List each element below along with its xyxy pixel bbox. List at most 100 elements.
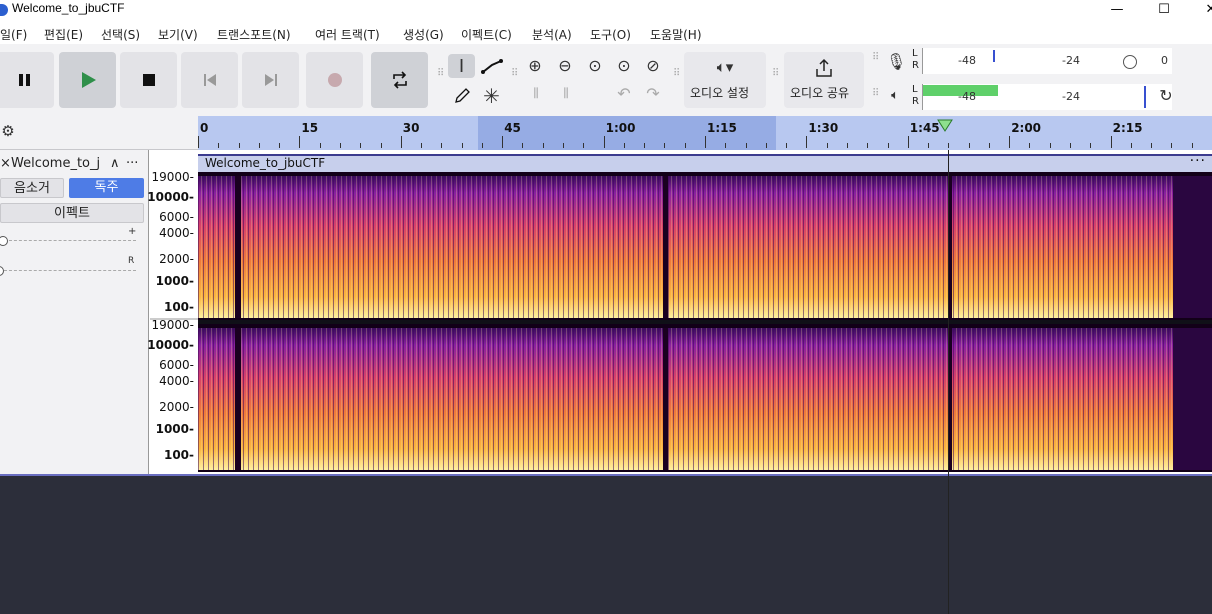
menu-file[interactable]: 일(F) — [0, 26, 27, 43]
timeline-tick — [522, 143, 524, 148]
rec-volume-knob[interactable] — [1123, 55, 1137, 69]
zoom-in-icon[interactable]: ⊕ — [523, 56, 547, 75]
skip-start-button[interactable] — [181, 52, 238, 108]
close-button[interactable]: ✕ — [1188, 0, 1212, 22]
loop-button[interactable] — [371, 52, 428, 108]
undo-icon[interactable]: ↶ — [612, 84, 636, 103]
skip-start-icon — [203, 74, 216, 86]
menu-transport[interactable]: 트랜스포트(N) — [217, 26, 291, 43]
draw-tool-button[interactable] — [448, 84, 475, 108]
redo-icon[interactable]: ↷ — [641, 84, 665, 103]
app-icon — [0, 4, 8, 16]
ibeam-icon: I — [458, 55, 465, 77]
timeline-tick — [360, 143, 362, 148]
timeline-tick — [1070, 143, 1072, 148]
clip-menu-icon[interactable]: ··· — [1190, 153, 1206, 169]
timeline-tick — [928, 143, 930, 148]
timeline-label: 30 — [402, 121, 420, 135]
track-collapse-icon[interactable]: ∧ — [110, 156, 120, 171]
timeline-tick — [1151, 143, 1153, 148]
play-button[interactable] — [59, 52, 116, 108]
timeline-tick — [684, 143, 686, 148]
timeline-tick — [400, 136, 402, 148]
play-scale-48: -48 — [958, 90, 976, 103]
mute-button[interactable]: 음소거 — [0, 178, 64, 198]
stop-button[interactable] — [120, 52, 177, 108]
frequency-label: 6000- — [159, 358, 194, 372]
selection-tool-button[interactable]: I — [448, 54, 475, 78]
menu-view[interactable]: 보기(V) — [158, 26, 198, 43]
effects-button[interactable]: 이펙트 — [0, 203, 144, 223]
record-button[interactable] — [306, 52, 363, 108]
zoom-fit-icon[interactable]: ⊙ — [612, 56, 636, 75]
pause-button[interactable] — [0, 52, 54, 108]
menu-help[interactable]: 도움말(H) — [650, 26, 702, 43]
menu-generate[interactable]: 생성(G) — [403, 26, 444, 43]
toolbar-grip[interactable]: ⠿ — [437, 69, 444, 84]
track-name[interactable]: Welcome_to_j — [11, 156, 100, 171]
gain-slider-knob[interactable] — [0, 236, 8, 246]
zoom-toggle-icon[interactable]: ⊘ — [641, 56, 665, 75]
playback-volume-knob[interactable]: ↻ — [1156, 86, 1176, 105]
empty-track-area[interactable] — [0, 474, 1212, 614]
menu-tools[interactable]: 도구(O) — [590, 26, 631, 43]
menu-select[interactable]: 선택(S) — [101, 26, 140, 43]
timeline-tick — [258, 143, 260, 148]
trim-icon[interactable]: ⫼ — [523, 86, 549, 101]
solo-button[interactable]: 독주 — [69, 178, 144, 198]
toolbar-grip[interactable]: ⠿ — [673, 69, 680, 84]
menu-analyze[interactable]: 분석(A) — [532, 26, 572, 43]
timeline-tick — [826, 143, 828, 148]
zoom-selection-icon[interactable]: ⊙ — [583, 56, 607, 75]
clip-header[interactable]: Welcome_to_jbuCTF ··· — [198, 153, 1212, 172]
track-name-row[interactable]: × Welcome_to_j ∧ ··· — [0, 156, 149, 174]
playhead-marker-icon[interactable] — [937, 119, 953, 133]
gear-icon[interactable]: ⚙ — [0, 122, 16, 140]
menu-edit[interactable]: 편집(E) — [44, 26, 83, 43]
toolbar-grip[interactable]: ⠿ — [772, 69, 779, 84]
pan-slider-knob[interactable] — [0, 266, 4, 276]
maximize-button[interactable]: ☐ — [1141, 0, 1187, 22]
toolbar-grip[interactable]: ⠿ — [511, 69, 518, 84]
asterisk-icon: ✳ — [483, 84, 500, 108]
timeline-tick — [238, 143, 240, 148]
multi-tool-button[interactable]: ✳ — [478, 84, 505, 108]
minimize-button[interactable]: — — [1094, 0, 1140, 22]
timeline-tick — [319, 143, 321, 148]
silence-icon[interactable]: ⫼ — [553, 86, 579, 101]
microphone-icon[interactable]: 🎙︎ — [886, 52, 906, 71]
menu-tracks[interactable]: 여러 트랙(T) — [315, 26, 380, 43]
toolbar-grip[interactable]: ⠿ — [872, 89, 879, 104]
timeline-tick — [339, 143, 341, 148]
spectrogram-view[interactable] — [198, 172, 1212, 472]
track-close-icon[interactable]: × — [0, 156, 11, 171]
pan-right-label: R — [128, 256, 135, 266]
pan-slider[interactable] — [4, 270, 136, 271]
menu-effect[interactable]: 이펙트(C) — [461, 26, 512, 43]
envelope-tool-button[interactable] — [478, 54, 505, 78]
timeline-ruler[interactable]: 01530451:001:151:301:452:002:152: — [198, 116, 1212, 150]
rec-peak-marker — [993, 50, 995, 62]
timeline-tick — [218, 143, 220, 148]
timeline-tick — [907, 136, 909, 148]
speaker-icon: 🔈︎▾ — [716, 58, 734, 76]
playback-speaker-icon[interactable]: 🔈︎ — [884, 88, 906, 103]
timeline-tick — [1171, 143, 1173, 148]
frequency-label: 100- — [163, 448, 194, 462]
track-menu-icon[interactable]: ··· — [126, 156, 138, 171]
zoom-out-icon[interactable]: ⊖ — [553, 56, 577, 75]
toolbar: ⠿ I ✳ ⠿ ⊕ ⊖ ⊙ ⊙ ⊘ ⫼ ⫼ ↶ ↷ ⠿ 🔈︎▾ 오디오 설정 ⠿… — [0, 44, 1212, 116]
gain-slider[interactable] — [4, 240, 136, 241]
frequency-label: 2000- — [159, 252, 194, 266]
record-icon — [327, 73, 342, 87]
timeline-label: 1:15 — [707, 121, 737, 135]
frequency-scale[interactable]: 19000- 10000- 6000- 4000- 2000- 1000- 100- 1900… — [147, 150, 198, 474]
toolbar-grip[interactable]: ⠿ — [872, 53, 879, 68]
stop-icon — [142, 74, 155, 86]
timeline-tick — [745, 143, 747, 148]
timeline-label: 0 — [200, 121, 209, 135]
skip-end-button[interactable] — [242, 52, 299, 108]
frequency-label: 4000- — [159, 374, 194, 388]
rec-scale-24: -24 — [1062, 54, 1080, 67]
clip-title[interactable]: Welcome_to_jbuCTF — [205, 156, 325, 170]
